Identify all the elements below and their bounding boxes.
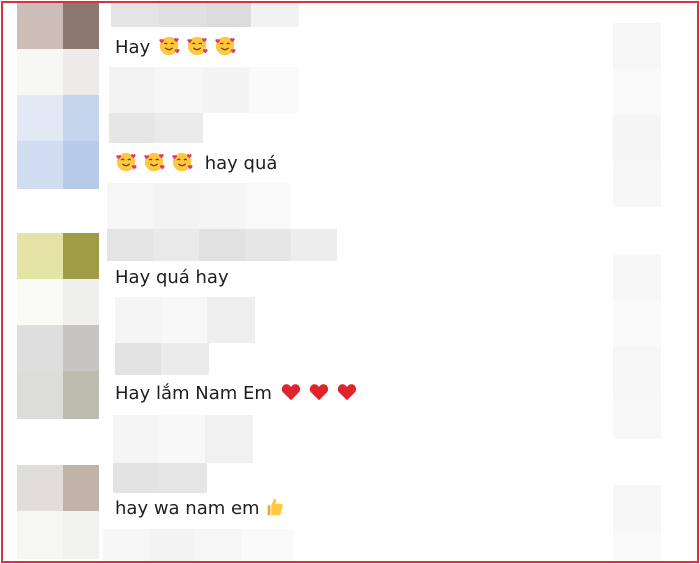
- meta-blurred-4: [113, 415, 253, 463]
- smiling-face-with-hearts-icon: [143, 151, 165, 173]
- comment-1-text: Hay: [115, 37, 151, 58]
- smiling-face-with-hearts-icon: [158, 35, 180, 57]
- comment-5: hay wa nam em: [115, 496, 292, 521]
- meta-blurred-2: [107, 183, 291, 229]
- comment-5-text: hay wa nam em: [115, 498, 260, 519]
- comment-3-text: Hay quá hay: [115, 267, 229, 288]
- smiling-face-with-hearts-icon: [115, 151, 137, 173]
- name-blurred-5: [113, 463, 207, 493]
- meta-blurred-3: [115, 297, 255, 343]
- avatar-blurred-3: [17, 95, 99, 189]
- name-blurred-2: [109, 113, 203, 143]
- right-blurred-column: [613, 23, 661, 561]
- screenshot-frame: Hay hay quá Hay quá hay Hay lắm Nam Em h…: [1, 1, 699, 563]
- meta-blurred-5: [103, 529, 293, 561]
- comment-3: Hay quá hay: [115, 266, 229, 290]
- name-blurred-1: [111, 3, 299, 27]
- comment-4: Hay lắm Nam Em: [115, 381, 364, 406]
- meta-blurred-1: [109, 67, 299, 113]
- thumbs-up-icon: [264, 496, 286, 518]
- red-heart-icon: [308, 381, 330, 403]
- avatar-blurred-1: [17, 3, 99, 49]
- name-blurred-4: [115, 343, 209, 375]
- name-blurred-3: [107, 229, 337, 261]
- avatar-blurred-5: [17, 325, 99, 419]
- red-heart-icon: [280, 381, 302, 403]
- comment-4-text: Hay lắm Nam Em: [115, 383, 272, 404]
- comment-2: hay quá: [115, 151, 277, 176]
- smiling-face-with-hearts-icon: [171, 151, 193, 173]
- avatar-blurred-4: [17, 233, 99, 325]
- smiling-face-with-hearts-icon: [214, 35, 236, 57]
- comment-1: Hay: [115, 35, 242, 60]
- comment-2-text: hay quá: [204, 153, 278, 174]
- avatar-blurred-2: [17, 49, 99, 95]
- avatar-blurred-6: [17, 465, 99, 559]
- smiling-face-with-hearts-icon: [186, 35, 208, 57]
- red-heart-icon: [336, 381, 358, 403]
